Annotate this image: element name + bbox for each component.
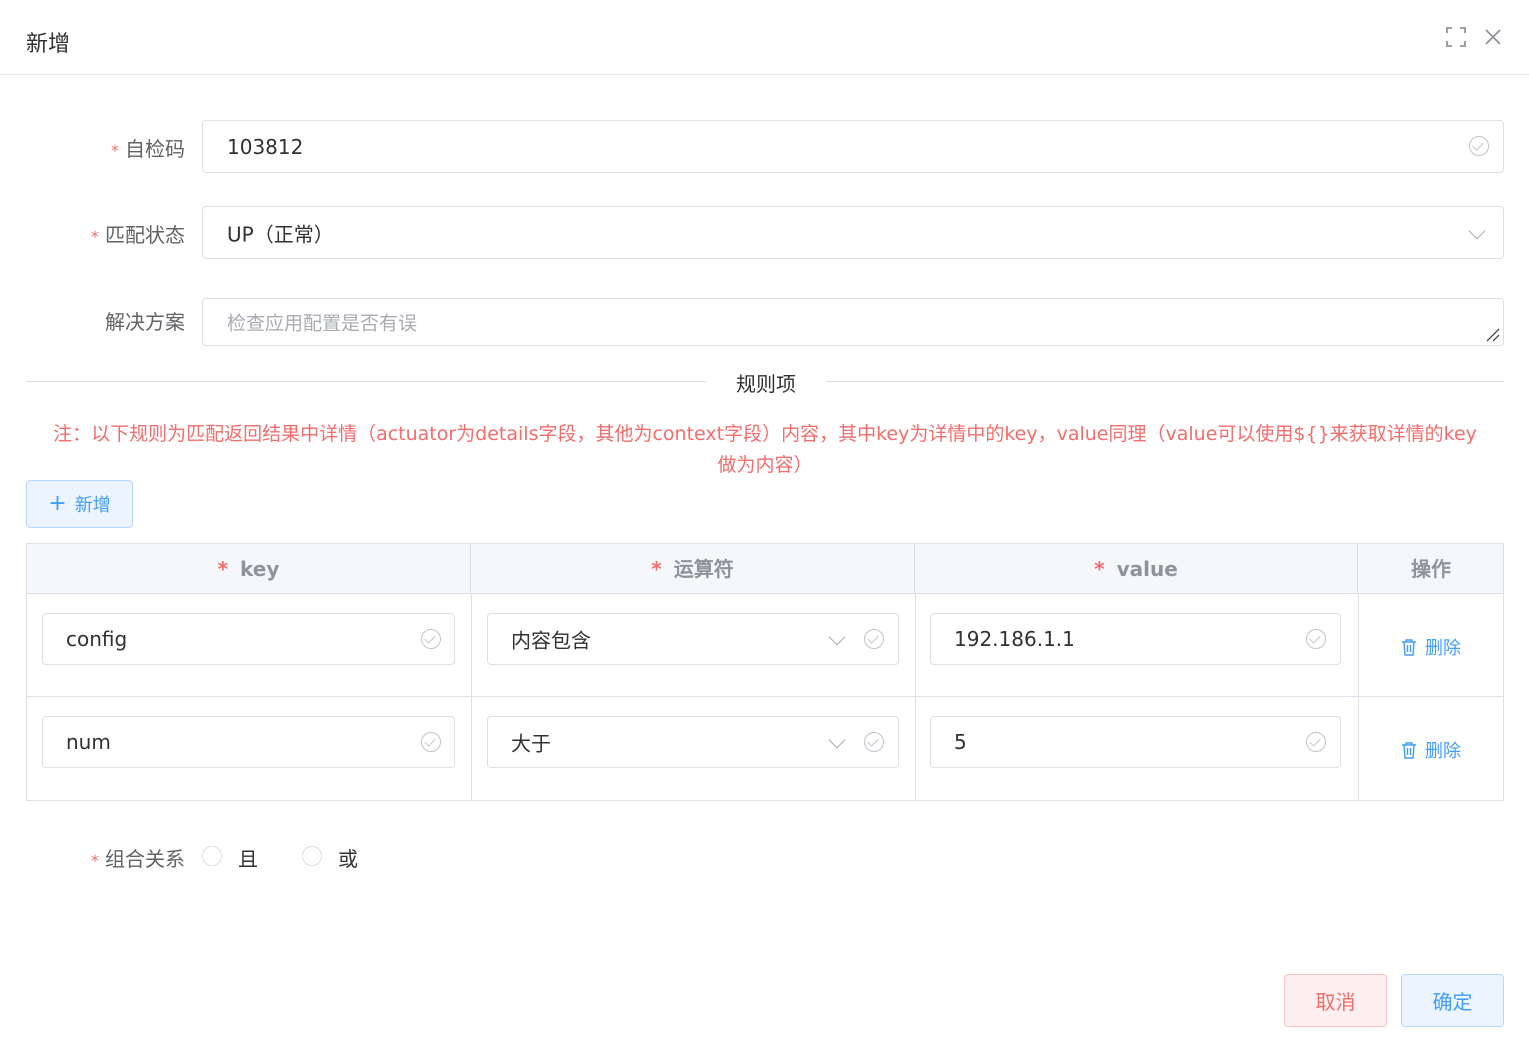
rule-value-input[interactable]: 5 [930, 716, 1341, 768]
required-asterisk: * [91, 851, 99, 870]
check-circle-icon [864, 732, 884, 752]
self-check-code-label-text: 自检码 [125, 137, 185, 161]
check-circle-icon [1306, 629, 1326, 649]
combination-label: * 组合关系 [15, 843, 185, 872]
divider-line-left [26, 381, 706, 382]
table-row: config 内容包含 192.186.1.1 删除 [27, 594, 1503, 697]
self-check-code-label: * 自检码 [15, 133, 185, 162]
rules-table: * key * 运算符 * value 操作 config 内容包含 192.186.… [26, 543, 1504, 801]
confirm-button[interactable]: 确定 [1401, 974, 1504, 1027]
rule-key-value: num [66, 730, 111, 754]
rule-operator-select[interactable]: 大于 [487, 716, 899, 768]
self-check-code-input[interactable]: 103812 [202, 120, 1504, 173]
match-status-label: * 匹配状态 [15, 219, 185, 248]
radio-or-label[interactable]: 或 [338, 843, 358, 872]
rule-operator-value: 内容包含 [511, 628, 591, 653]
close-icon[interactable] [1481, 25, 1505, 49]
required-asterisk: * [111, 141, 119, 160]
match-status-value: UP（正常） [227, 222, 334, 246]
column-header-operator: * 运算符 [471, 544, 915, 594]
dialog-header: 新增 [0, 0, 1529, 75]
rule-value-input[interactable]: 192.186.1.1 [930, 613, 1341, 665]
match-status-label-text: 匹配状态 [105, 223, 185, 247]
delete-label: 删除 [1425, 638, 1461, 659]
solution-textarea[interactable]: 检查应用配置是否有误 [202, 298, 1504, 346]
cancel-button[interactable]: 取消 [1284, 974, 1387, 1027]
rule-value-value: 5 [954, 730, 967, 754]
rule-operator-value: 大于 [511, 731, 551, 756]
delete-rule-button[interactable]: 删除 [1401, 737, 1461, 763]
chevron-down-icon [828, 731, 846, 749]
combination-label-text: 组合关系 [105, 847, 185, 871]
rule-key-input[interactable]: config [42, 613, 455, 665]
rules-note-line2: 做为内容） [717, 454, 813, 476]
rule-operator-select[interactable]: 内容包含 [487, 613, 899, 665]
check-circle-icon [1469, 136, 1489, 156]
solution-label-text: 解决方案 [105, 310, 185, 334]
check-circle-icon [421, 629, 441, 649]
rule-key-value: config [66, 627, 128, 651]
match-status-select[interactable]: UP（正常） [202, 206, 1504, 259]
rules-note: 注：以下规则为匹配返回结果中详情（actuator为details字段，其他为c… [26, 419, 1504, 481]
radio-and-label[interactable]: 且 [238, 843, 258, 872]
solution-placeholder: 检查应用配置是否有误 [227, 312, 418, 335]
chevron-down-icon [1468, 222, 1486, 240]
table-row: num 大于 5 删除 [27, 697, 1503, 800]
check-circle-icon [864, 629, 884, 649]
fullscreen-icon[interactable] [1444, 25, 1468, 49]
self-check-code-value: 103812 [227, 134, 304, 159]
resize-handle-icon[interactable] [1486, 328, 1500, 342]
table-header: * key * 运算符 * value 操作 [27, 544, 1503, 594]
column-header-value: * value [915, 544, 1358, 594]
required-asterisk: * [91, 227, 99, 246]
solution-label: 解决方案 [15, 306, 185, 335]
trash-icon [1402, 639, 1416, 656]
column-header-key: * key [27, 544, 471, 594]
rule-key-input[interactable]: num [42, 716, 455, 768]
delete-label: 删除 [1425, 741, 1461, 762]
delete-rule-button[interactable]: 删除 [1401, 634, 1461, 660]
rule-value-value: 192.186.1.1 [954, 627, 1075, 651]
plus-icon: + [48, 491, 67, 516]
rules-divider-title: 规则项 [736, 372, 796, 396]
add-rule-button[interactable]: + 新增 [26, 480, 133, 528]
dialog-title: 新增 [26, 32, 71, 57]
radio-or[interactable] [302, 846, 322, 866]
radio-and[interactable] [202, 846, 222, 866]
column-header-action: 操作 [1411, 557, 1451, 581]
check-circle-icon [1306, 732, 1326, 752]
rules-note-line1: 注：以下规则为匹配返回结果中详情（actuator为details字段，其他为c… [53, 423, 1477, 445]
check-circle-icon [421, 732, 441, 752]
divider-line-right [826, 381, 1504, 382]
add-rule-label: 新增 [74, 495, 111, 516]
trash-icon [1402, 742, 1416, 759]
chevron-down-icon [828, 628, 846, 646]
